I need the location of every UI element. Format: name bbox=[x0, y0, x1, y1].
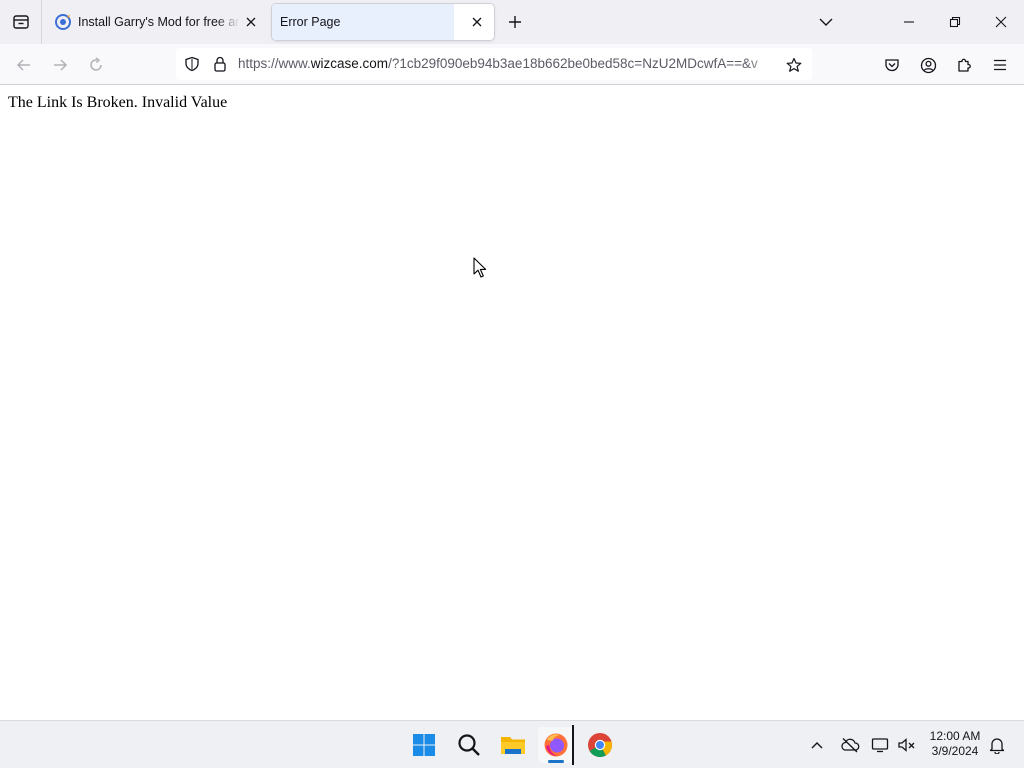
restore-icon bbox=[949, 16, 961, 28]
minimize-icon bbox=[904, 21, 914, 23]
tab-close-button[interactable] bbox=[240, 11, 262, 33]
tab-title: Error Page bbox=[280, 15, 341, 29]
close-window-button[interactable] bbox=[978, 0, 1024, 44]
taskbar-separator bbox=[572, 725, 574, 765]
chevron-down-icon bbox=[819, 18, 833, 26]
firefox-icon bbox=[544, 733, 568, 757]
tracking-protection-button[interactable] bbox=[182, 54, 202, 74]
extensions-button[interactable] bbox=[949, 50, 979, 80]
account-icon bbox=[920, 57, 936, 73]
close-icon bbox=[995, 16, 1007, 28]
show-hidden-icons-button[interactable] bbox=[805, 733, 829, 757]
pocket-button[interactable] bbox=[877, 50, 907, 80]
tab-title: Install Garry's Mod for free and bbox=[78, 15, 240, 29]
url-domain: wizcase.com bbox=[310, 56, 389, 71]
clock-time: 12:00 AM bbox=[929, 729, 981, 743]
close-icon bbox=[246, 17, 256, 27]
bell-icon bbox=[989, 738, 1005, 754]
page-content: The Link Is Broken. Invalid Value bbox=[0, 86, 1024, 720]
notifications-button[interactable] bbox=[985, 733, 1009, 757]
restore-button[interactable] bbox=[932, 0, 978, 44]
tab-list-icon bbox=[12, 15, 29, 29]
tab-error-page[interactable]: Error Page bbox=[272, 4, 494, 40]
url-text[interactable]: https://www.wizcase.com/?1cb29f090eb94b3… bbox=[238, 48, 778, 80]
address-bar[interactable]: https://www.wizcase.com/?1cb29f090eb94b3… bbox=[176, 48, 812, 80]
error-message: The Link Is Broken. Invalid Value bbox=[8, 94, 228, 111]
chevron-up-icon bbox=[811, 742, 823, 749]
back-button[interactable] bbox=[9, 50, 39, 80]
firefox-taskbar-button[interactable] bbox=[538, 727, 574, 763]
pocket-icon bbox=[885, 59, 899, 72]
new-tab-button[interactable] bbox=[502, 9, 528, 35]
mouse-cursor-icon bbox=[473, 257, 487, 278]
puzzle-icon bbox=[958, 58, 971, 72]
active-app-indicator bbox=[548, 760, 564, 763]
back-arrow-icon bbox=[16, 59, 30, 71]
network-status-button[interactable] bbox=[869, 733, 893, 757]
reload-button[interactable] bbox=[81, 50, 111, 80]
account-button[interactable] bbox=[913, 50, 943, 80]
url-prefix: https://www. bbox=[238, 56, 311, 71]
file-explorer-button[interactable] bbox=[495, 727, 531, 763]
forward-button[interactable] bbox=[45, 50, 75, 80]
folder-icon bbox=[501, 737, 525, 754]
hamburger-menu-icon bbox=[994, 59, 1006, 71]
onedrive-status-button[interactable] bbox=[838, 733, 862, 757]
speaker-muted-icon bbox=[898, 738, 915, 752]
monitor-icon bbox=[871, 738, 889, 753]
start-button[interactable] bbox=[406, 727, 442, 763]
windows-start-icon bbox=[413, 734, 435, 756]
reload-icon bbox=[90, 57, 102, 71]
taskbar-search-button[interactable] bbox=[451, 727, 487, 763]
taskbar-clock[interactable]: 12:00 AM 3/9/2024 bbox=[922, 729, 988, 759]
tab-install-garrys-mod[interactable]: Install Garry's Mod for free and bbox=[46, 4, 268, 40]
shield-icon bbox=[185, 56, 199, 72]
plus-icon bbox=[509, 16, 521, 28]
list-all-tabs-button[interactable] bbox=[812, 9, 840, 35]
lock-icon bbox=[214, 56, 226, 72]
close-icon bbox=[472, 17, 482, 27]
search-icon bbox=[458, 734, 480, 756]
site-info-button[interactable] bbox=[210, 54, 230, 74]
bookmark-button[interactable] bbox=[783, 54, 805, 76]
app-menu-button[interactable] bbox=[985, 50, 1015, 80]
minimize-button[interactable] bbox=[886, 0, 932, 44]
star-icon bbox=[786, 57, 802, 72]
forward-arrow-icon bbox=[54, 59, 68, 71]
tab-strip: Install Garry's Mod for free and Error P… bbox=[0, 0, 1024, 44]
tab-close-button[interactable] bbox=[466, 11, 488, 33]
cloud-offline-icon bbox=[841, 738, 860, 753]
url-path: /?1cb29f090eb94b3ae18b662be0bed58c=NzU2M… bbox=[388, 56, 758, 71]
navigation-toolbar: https://www.wizcase.com/?1cb29f090eb94b3… bbox=[0, 44, 1024, 85]
tab-overview-button[interactable] bbox=[0, 0, 42, 44]
taskbar: 12:00 AM 3/9/2024 bbox=[0, 720, 1024, 768]
clock-date: 3/9/2024 bbox=[931, 744, 979, 758]
chrome-icon bbox=[588, 733, 612, 758]
chrome-taskbar-button[interactable] bbox=[582, 727, 618, 763]
volume-button[interactable] bbox=[895, 733, 919, 757]
wizcase-favicon-icon bbox=[55, 14, 71, 30]
